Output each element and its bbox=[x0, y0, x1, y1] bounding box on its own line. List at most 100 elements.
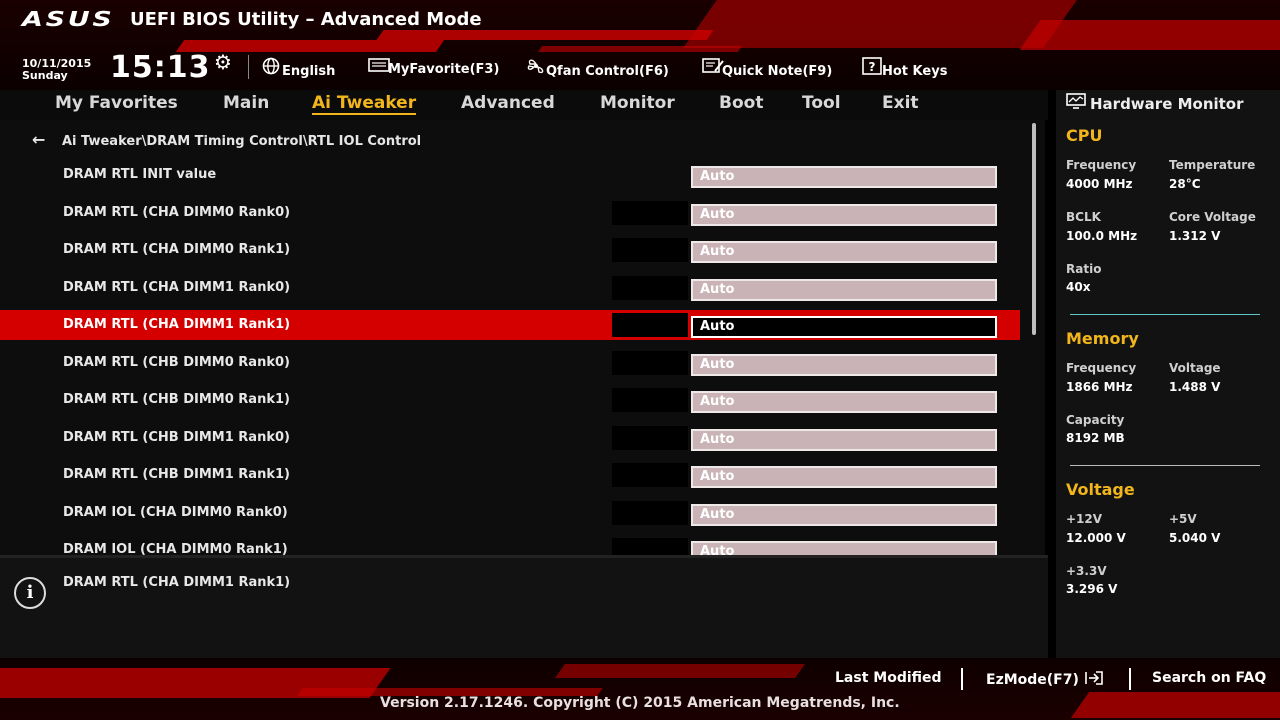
bclk-label: BCLK bbox=[1066, 210, 1101, 224]
tab-main[interactable]: Main bbox=[223, 93, 269, 113]
current-value-box bbox=[612, 463, 688, 487]
last-modified-button[interactable]: Last Modified bbox=[835, 670, 942, 686]
cpu-heading: CPU bbox=[1066, 126, 1103, 145]
main-tab-bar: My Favorites Main Ai Tweaker Advanced Mo… bbox=[0, 90, 1048, 120]
quick-note-button[interactable]: Quick Note(F9) bbox=[702, 57, 832, 79]
setting-label: DRAM RTL (CHA DIMM1 Rank0) bbox=[63, 280, 291, 295]
memory-capacity-label: Capacity bbox=[1066, 413, 1125, 427]
setting-row[interactable]: DRAM RTL (CHB DIMM1 Rank0) Auto bbox=[0, 423, 1020, 453]
setting-label: DRAM IOL (CHA DIMM0 Rank0) bbox=[63, 505, 288, 520]
qfan-control-button[interactable]: Qfan Control(F6) bbox=[526, 57, 669, 79]
setting-row-selected[interactable]: DRAM RTL (CHA DIMM1 Rank1) Auto bbox=[0, 310, 1020, 340]
tab-advanced[interactable]: Advanced bbox=[461, 93, 555, 113]
v33-label: +3.3V bbox=[1066, 564, 1107, 578]
decor-stripe bbox=[376, 30, 714, 40]
ratio-value: 40x bbox=[1066, 280, 1091, 294]
setting-row[interactable]: DRAM RTL (CHA DIMM0 Rank1) Auto bbox=[0, 235, 1020, 265]
decor-stripe bbox=[1070, 692, 1280, 718]
tab-monitor[interactable]: Monitor bbox=[600, 93, 675, 113]
asus-logo: ASUS bbox=[22, 7, 115, 31]
setting-label: DRAM RTL INIT value bbox=[63, 167, 217, 182]
scrollbar[interactable] bbox=[1032, 123, 1036, 335]
voltage-heading: Voltage bbox=[1066, 480, 1135, 499]
back-arrow-icon[interactable]: ← bbox=[32, 130, 62, 149]
footer-divider bbox=[961, 668, 963, 690]
v12-value: 12.000 V bbox=[1066, 531, 1126, 545]
setting-value-field[interactable]: Auto bbox=[691, 391, 997, 413]
myfavorite-button[interactable]: MyFavorite(F3) bbox=[368, 57, 499, 77]
clock-time[interactable]: 15:13 bbox=[110, 50, 211, 85]
setting-row[interactable]: DRAM RTL (CHA DIMM1 Rank0) Auto bbox=[0, 273, 1020, 303]
header-bar: ASUS UEFI BIOS Utility – Advanced Mode 1… bbox=[0, 0, 1280, 90]
svg-text:?: ? bbox=[869, 60, 876, 74]
current-value-box bbox=[612, 351, 688, 375]
memory-frequency-value: 1866 MHz bbox=[1066, 380, 1133, 394]
setting-row[interactable]: DRAM RTL (CHB DIMM0 Rank0) Auto bbox=[0, 348, 1020, 378]
hardware-monitor-title: Hardware Monitor bbox=[1066, 93, 1244, 113]
tab-ai-tweaker[interactable]: Ai Tweaker bbox=[312, 93, 417, 115]
memory-frequency-label: Frequency bbox=[1066, 361, 1137, 375]
ratio-label: Ratio bbox=[1066, 262, 1102, 276]
setting-value-field[interactable]: Auto bbox=[691, 166, 997, 188]
hot-keys-button[interactable]: ? Hot Keys bbox=[862, 57, 948, 79]
gear-icon[interactable]: ⚙ bbox=[214, 50, 232, 74]
tab-exit[interactable]: Exit bbox=[882, 93, 919, 113]
monitor-icon bbox=[1066, 93, 1090, 113]
setting-value-field[interactable]: Auto bbox=[691, 279, 997, 301]
cpu-frequency-label: Frequency bbox=[1066, 158, 1137, 172]
memory-heading: Memory bbox=[1066, 329, 1139, 348]
language-button[interactable]: English bbox=[262, 57, 336, 79]
setting-label: DRAM RTL (CHB DIMM1 Rank0) bbox=[63, 430, 290, 445]
date-display: 10/11/2015 Sunday bbox=[22, 58, 91, 82]
breadcrumb-path: Ai Tweaker\DRAM Timing Control\RTL IOL C… bbox=[62, 134, 422, 149]
tab-my-favorites[interactable]: My Favorites bbox=[55, 93, 178, 113]
setting-value-field[interactable]: Auto bbox=[691, 466, 997, 488]
cpu-temperature-value: 28°C bbox=[1169, 177, 1201, 191]
tab-tool[interactable]: Tool bbox=[802, 93, 841, 113]
help-text: DRAM RTL (CHA DIMM1 Rank1) bbox=[63, 575, 291, 590]
hot-keys-label: Hot Keys bbox=[882, 64, 948, 79]
setting-value-field[interactable]: Auto bbox=[691, 504, 997, 526]
setting-row[interactable]: DRAM RTL (CHA DIMM0 Rank0) Auto bbox=[0, 198, 1020, 228]
setting-row[interactable]: DRAM IOL (CHA DIMM0 Rank0) Auto bbox=[0, 498, 1020, 528]
setting-row[interactable]: DRAM RTL INIT value Auto bbox=[0, 160, 1020, 190]
v12-label: +12V bbox=[1066, 512, 1103, 526]
setting-value-field[interactable]: Auto bbox=[691, 241, 997, 263]
setting-row[interactable]: DRAM RTL (CHB DIMM0 Rank1) Auto bbox=[0, 385, 1020, 415]
current-value-box bbox=[612, 538, 688, 555]
hardware-monitor-panel: Hardware Monitor CPU Frequency 4000 MHz … bbox=[1056, 90, 1280, 658]
favorite-icon bbox=[368, 57, 390, 77]
memory-capacity-value: 8192 MB bbox=[1066, 431, 1125, 445]
core-voltage-value: 1.312 V bbox=[1169, 229, 1221, 243]
current-value-box bbox=[612, 501, 688, 525]
setting-row[interactable]: DRAM IOL (CHA DIMM0 Rank1) Auto bbox=[0, 535, 1020, 555]
tab-boot[interactable]: Boot bbox=[719, 93, 763, 113]
header-divider bbox=[248, 55, 249, 79]
setting-value-field[interactable]: Auto bbox=[691, 541, 997, 555]
info-icon: i bbox=[14, 577, 46, 609]
current-value-box bbox=[612, 238, 688, 262]
ezmode-button[interactable]: EzMode(F7) bbox=[986, 670, 1104, 688]
setting-value-field[interactable]: Auto bbox=[691, 204, 997, 226]
setting-row[interactable]: DRAM RTL (CHB DIMM1 Rank1) Auto bbox=[0, 460, 1020, 490]
decor-stripe bbox=[683, 0, 1077, 48]
setting-label: DRAM RTL (CHA DIMM1 Rank1) bbox=[63, 317, 291, 332]
current-value-box bbox=[612, 276, 688, 300]
setting-value-field[interactable]: Auto bbox=[691, 354, 997, 376]
current-value-box bbox=[612, 388, 688, 412]
memory-voltage-label: Voltage bbox=[1169, 361, 1221, 375]
search-faq-button[interactable]: Search on FAQ bbox=[1152, 670, 1266, 686]
fan-icon bbox=[526, 57, 546, 79]
language-label: English bbox=[282, 64, 336, 79]
help-info-panel: i DRAM RTL (CHA DIMM1 Rank1) bbox=[0, 555, 1048, 658]
v5-label: +5V bbox=[1169, 512, 1197, 526]
section-divider bbox=[1070, 465, 1260, 466]
qfan-label: Qfan Control(F6) bbox=[546, 64, 669, 79]
setting-value-field[interactable]: Auto bbox=[691, 429, 997, 451]
footer-bar: Last Modified EzMode(F7) Search on FAQ V… bbox=[0, 658, 1280, 720]
app-title: UEFI BIOS Utility – Advanced Mode bbox=[130, 9, 482, 30]
setting-value-field[interactable]: Auto bbox=[691, 316, 997, 338]
decor-stripe bbox=[555, 664, 805, 678]
current-value-box bbox=[612, 313, 688, 337]
myfavorite-label: MyFavorite(F3) bbox=[388, 62, 500, 77]
